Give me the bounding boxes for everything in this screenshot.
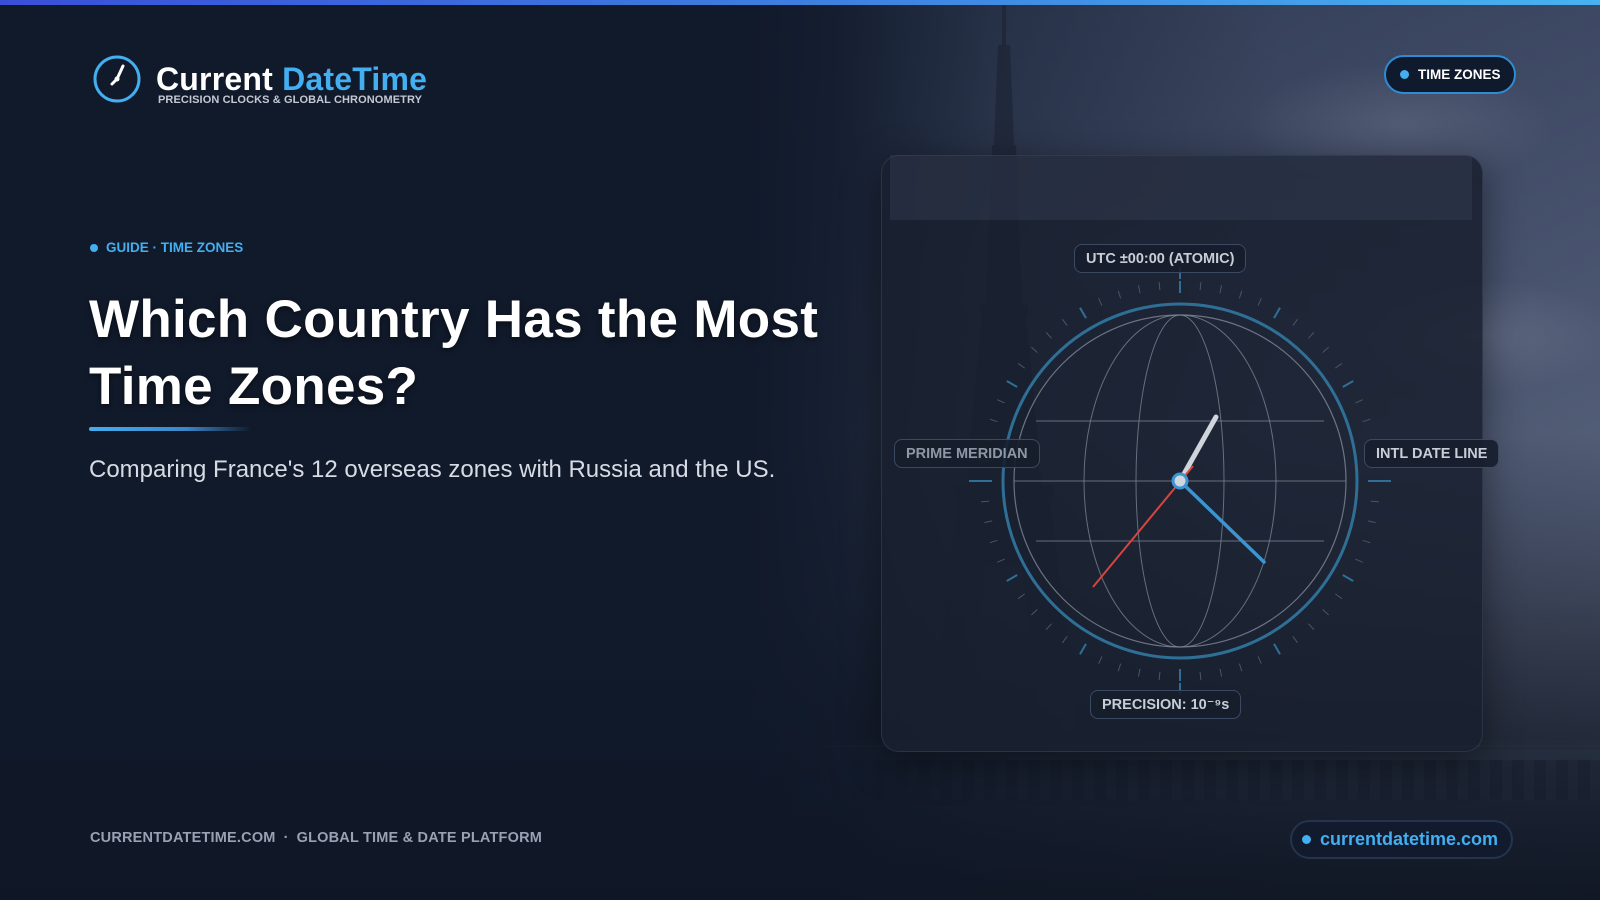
- precision-label: PRECISION: 10⁻⁹s: [1090, 690, 1242, 719]
- clock-tick: [1006, 380, 1018, 388]
- time-zones-badge[interactable]: TIME ZONES: [1384, 55, 1516, 94]
- clock-tick: [1362, 418, 1371, 423]
- prime-meridian-label: PRIME MERIDIAN: [894, 439, 1040, 468]
- hour-hand: [1177, 414, 1219, 484]
- clock-tick: [997, 399, 1005, 404]
- brand-name-part1: Current: [156, 61, 273, 97]
- clock-tick: [1158, 282, 1161, 291]
- clock-tick: [1355, 558, 1363, 563]
- intl-date-line-label: INTL DATE LINE: [1364, 439, 1500, 468]
- clock-tick: [1117, 663, 1122, 672]
- clock-tick: [1238, 663, 1243, 672]
- clock-tick: [1292, 636, 1298, 644]
- clock-tick: [1335, 363, 1343, 369]
- clock-tick: [1322, 346, 1329, 353]
- clock-tick: [1335, 593, 1343, 599]
- clock-tick: [1370, 500, 1379, 503]
- brand-tagline: PRECISION CLOCKS & GLOBAL CHRONOMETRY: [158, 94, 423, 106]
- category-eyebrow-label: GUIDE · TIME ZONES: [106, 240, 244, 255]
- clock-tick: [997, 558, 1005, 563]
- clock-tick: [1342, 380, 1354, 388]
- clock-tick: [1031, 609, 1038, 616]
- clock-tick: [1362, 539, 1371, 544]
- footer-separator: ·: [283, 830, 289, 846]
- clock-tick: [984, 520, 993, 524]
- clock-tick: [1199, 282, 1202, 291]
- clock-tick: [989, 539, 998, 544]
- clock-center-cap: [1171, 472, 1189, 490]
- utc-label: UTC ±00:00 (ATOMIC): [1074, 244, 1247, 273]
- clock-tick: [1292, 318, 1298, 326]
- clock-tick: [1079, 643, 1087, 655]
- clock-tick: [1158, 671, 1161, 680]
- clock-tick: [1117, 290, 1122, 299]
- clock-tick: [1355, 399, 1363, 404]
- clock-tick: [1045, 623, 1052, 630]
- clock-tick: [1342, 574, 1354, 582]
- clock-tick: [1308, 623, 1315, 630]
- brand-name: Current DateTime: [156, 62, 427, 96]
- clock-tick: [1219, 285, 1223, 294]
- category-eyebrow[interactable]: GUIDE · TIME ZONES: [90, 240, 243, 255]
- eyebrow-dot-icon: [90, 243, 98, 252]
- clock-tick: [1098, 656, 1103, 664]
- clock-tick: [989, 418, 998, 423]
- clock-tick: [1322, 609, 1329, 616]
- clock-tick: [1062, 636, 1068, 644]
- brand-name-part2: DateTime: [282, 61, 428, 97]
- clock-tick: [1137, 285, 1141, 294]
- website-link-button[interactable]: currentdatetime.com: [1290, 820, 1514, 859]
- clock-tick: [1098, 298, 1103, 306]
- clock-tick: [1199, 671, 1202, 680]
- clock-tick: [1137, 668, 1141, 677]
- clock-tick: [1273, 643, 1281, 655]
- clock-tick: [1079, 307, 1087, 319]
- clock-tick: [981, 500, 990, 503]
- website-link-label: currentdatetime.com: [1320, 829, 1499, 849]
- clock-tick: [1017, 593, 1025, 599]
- clock-tick: [1273, 307, 1281, 319]
- footer-credit: CURRENTDATETIME.COM · GLOBAL TIME & DATE P…: [90, 830, 542, 846]
- clock-tick: [1219, 668, 1223, 677]
- clock-tick: [1006, 574, 1018, 582]
- article-subtitle: Comparing France's 12 overseas zones wit…: [89, 456, 776, 483]
- title-underline: [89, 427, 251, 431]
- footer-platform: GLOBAL TIME & DATE PLATFORM: [296, 830, 543, 846]
- clock-tick: [1045, 332, 1052, 339]
- brand-logo[interactable]: Current DateTime PRECISION CLOCKS & GLOB…: [92, 54, 427, 106]
- badge-dot-icon: [1400, 70, 1409, 79]
- time-zones-badge-label: TIME ZONES: [1418, 67, 1501, 82]
- clock-tick: [1367, 520, 1376, 524]
- link-dot-icon: [1302, 835, 1311, 844]
- clock-tick: [1257, 298, 1262, 306]
- footer-domain[interactable]: CURRENTDATETIME.COM: [90, 830, 276, 846]
- clock-tick: [1257, 656, 1262, 664]
- clock-logo-icon: [93, 55, 141, 103]
- clock-tick: [1031, 346, 1038, 353]
- clock-tick: [1017, 363, 1025, 369]
- article-title: Which Country Has the Most Time Zones?: [89, 290, 819, 416]
- clock-tick: [1062, 318, 1068, 326]
- minute-hand: [1178, 479, 1266, 564]
- clock-tick: [1308, 332, 1315, 339]
- clock-tick: [1238, 290, 1243, 299]
